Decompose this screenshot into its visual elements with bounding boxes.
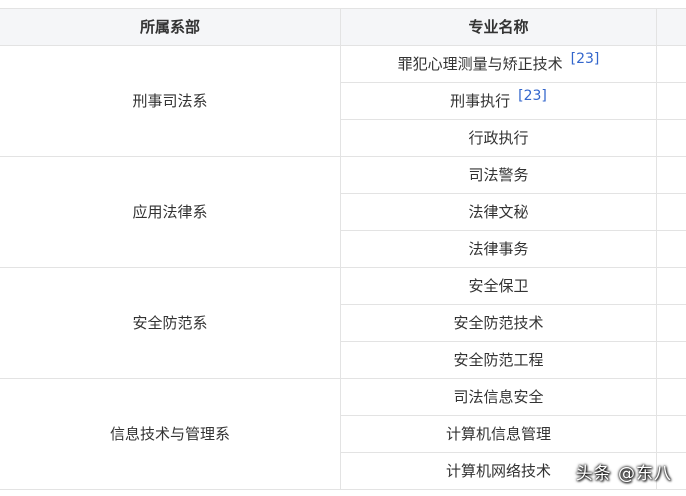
major-cell: 法律事务 [340,230,657,268]
majors-table: 所属系部 专业名称 刑事司法系 罪犯心理测量与矫正技术 [23] 刑事执行 [23] [0,8,686,490]
major-cell: 法律文秘 [340,193,657,231]
extra-cell [656,267,686,305]
citation-link[interactable]: [23] [518,88,547,104]
table-row: 刑事司法系 罪犯心理测量与矫正技术 [23] [0,45,686,157]
major-name: 安全防范工程 [453,351,544,369]
extra-cell [656,82,686,120]
major-cell: 安全保卫 [340,267,657,305]
major-name: 安全保卫 [468,277,529,295]
major-name: 法律文秘 [468,203,529,221]
major-name: 罪犯心理测量与矫正技术 [397,54,563,73]
department-cell: 信息技术与管理系 [0,378,341,490]
major-cell: 计算机信息管理 [340,415,657,453]
watermark-text: 头条 @东八 [575,464,672,484]
extra-cell [656,378,686,416]
major-name: 计算机信息管理 [445,425,551,443]
table-row: 安全防范系 安全保卫 [0,267,686,379]
table-row: 应用法律系 司法警务 [0,156,686,268]
major-cell: 罪犯心理测量与矫正技术 [23] [340,45,657,83]
major-cell: 行政执行 [340,119,657,157]
major-name: 计算机网络技术 [445,462,551,480]
department-cell: 应用法律系 [0,156,341,268]
major-cell: 安全防范技术 [340,304,657,342]
extra-cell [656,341,686,379]
major-cell: 司法警务 [340,156,657,194]
extra-cell [656,230,686,268]
department-cell: 刑事司法系 [0,45,341,157]
extra-cell [656,304,686,342]
header-department: 所属系部 [0,8,341,46]
extra-cell [656,119,686,157]
major-name: 行政执行 [468,129,529,147]
major-name: 安全防范技术 [453,314,544,332]
extra-cell [656,156,686,194]
department-cell: 安全防范系 [0,267,341,379]
major-cell: 刑事执行 [23] [340,82,657,120]
extra-cell [656,415,686,453]
majors-table-container: 所属系部 专业名称 刑事司法系 罪犯心理测量与矫正技术 [23] 刑事执行 [23] [0,8,686,490]
table-row: 信息技术与管理系 司法信息安全 [0,378,686,490]
major-name: 司法信息安全 [453,388,544,406]
extra-cell [656,193,686,231]
major-name: 刑事执行 [450,91,511,110]
header-extra [656,8,686,46]
citation-link[interactable]: [23] [571,51,600,67]
major-name: 司法警务 [468,166,529,184]
major-name: 法律事务 [468,240,529,258]
table-header-row: 所属系部 专业名称 [0,8,686,46]
major-cell: 司法信息安全 [340,378,657,416]
extra-cell [656,45,686,83]
header-major: 专业名称 [340,8,657,46]
major-cell: 安全防范工程 [340,341,657,379]
